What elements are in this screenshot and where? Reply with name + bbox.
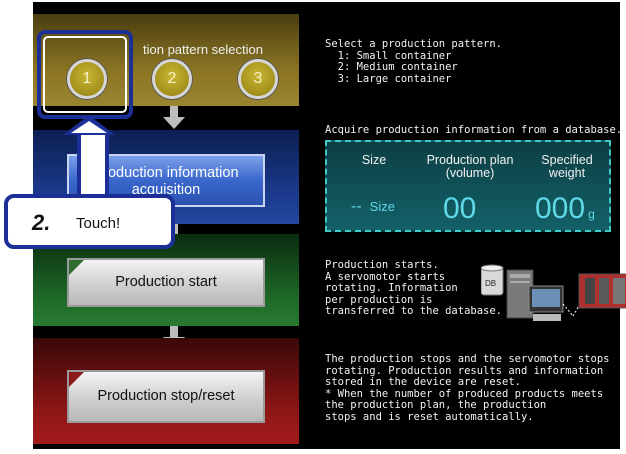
- callout-text: Touch!: [76, 215, 121, 232]
- specified-weight-value: 000 g: [535, 192, 595, 225]
- production-start-description: Production starts. A servomotor starts r…: [325, 259, 503, 317]
- pattern-2-button[interactable]: 2: [152, 59, 192, 99]
- pattern-3-button[interactable]: 3: [238, 59, 278, 99]
- size-value: -- Size: [351, 198, 395, 215]
- pattern-1-highlight: [37, 30, 133, 119]
- specified-weight-label: Specified weight: [541, 153, 593, 180]
- corner-marker: [69, 372, 84, 387]
- acquire-description: Acquire production information from a da…: [325, 124, 623, 136]
- production-stop-reset-label: Production stop/reset: [97, 388, 235, 404]
- touch-callout: 2. Touch!: [4, 194, 175, 249]
- production-stop-reset-button[interactable]: Production stop/reset: [67, 370, 265, 423]
- production-stop-description: The production stops and the servomotor …: [325, 353, 610, 423]
- system-illustration: DB: [480, 264, 626, 334]
- production-info-panel: Size Production plan (volume) Specified …: [325, 140, 611, 232]
- callout-arrow-stem: [77, 130, 109, 198]
- db-label: DB: [485, 279, 496, 288]
- select-pattern-description: Select a production pattern. 1: Small co…: [325, 38, 503, 85]
- corner-marker: [69, 260, 84, 275]
- database-server-icon: DB: [480, 264, 626, 321]
- callout-arrow-inner: [71, 121, 107, 133]
- production-start-button[interactable]: Production start: [67, 258, 265, 307]
- production-plan-label: Production plan (volume): [426, 153, 514, 180]
- callout-step-number: 2.: [32, 210, 51, 235]
- size-label: Size: [361, 153, 387, 167]
- production-plan-value: 00: [443, 192, 477, 225]
- pattern-selection-title: tion pattern selection: [143, 42, 263, 57]
- production-start-label: Production start: [115, 274, 217, 290]
